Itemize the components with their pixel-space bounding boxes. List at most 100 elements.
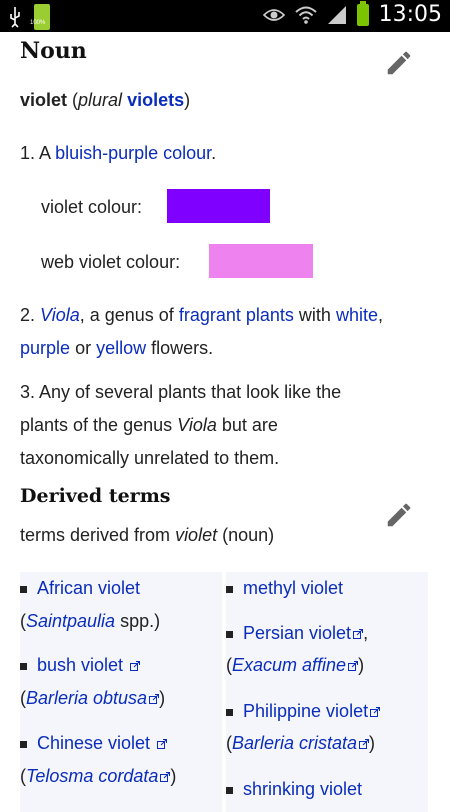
- web-violet-colour-label: web violet colour:: [41, 252, 181, 272]
- viola-link[interactable]: Viola: [40, 305, 80, 325]
- definition-3-line-1: 3. Any of several plants that look like …: [20, 382, 342, 402]
- exacum-affine-link[interactable]: Exacum affine: [232, 655, 346, 675]
- definition-2-line-1: 2. Viola, a genus of fragrant plants wit…: [20, 303, 383, 327]
- external-link-icon: [359, 739, 370, 750]
- bluish-purple-colour-link[interactable]: bluish-purple colour: [55, 143, 211, 163]
- violet-colour-swatch: [167, 189, 270, 223]
- derived-item-methyl-violet: methyl violet: [226, 576, 343, 600]
- external-link-icon: [157, 739, 168, 750]
- bullet: [226, 630, 233, 638]
- white-link[interactable]: white: [336, 305, 378, 325]
- derived-item-chinese-violet: Chinese violet: [20, 731, 168, 755]
- definition-2-line-2: purple or yellow flowers.: [20, 336, 213, 360]
- external-link-icon: [149, 694, 160, 705]
- eye-icon: [262, 8, 285, 21]
- persian-violet-link[interactable]: Persian violet: [243, 623, 351, 643]
- chinese-violet-link[interactable]: Chinese violet: [37, 733, 150, 753]
- purple-link[interactable]: purple: [20, 338, 70, 358]
- derived-item-persian-violet: Persian violet,: [226, 621, 368, 645]
- barleria-obtusa-link[interactable]: Barleria obtusa: [26, 688, 147, 708]
- signal-icon: [327, 5, 346, 24]
- intro-word: violet: [175, 525, 218, 545]
- battery-full-icon: 100%: [30, 4, 50, 30]
- pencil-icon: [387, 503, 411, 527]
- derived-item-bush-violet: bush violet: [20, 653, 141, 677]
- clock: 13:05: [378, 2, 442, 27]
- external-link-icon: [130, 661, 141, 672]
- comma: ,: [363, 623, 369, 643]
- edit-noun-button[interactable]: [384, 48, 414, 78]
- plural-close: ): [184, 90, 191, 110]
- status-bar: 100% 13:05: [0, 0, 450, 32]
- derived-terms-heading: Derived terms: [20, 485, 171, 507]
- note-rest: spp.): [115, 611, 161, 631]
- derived-right-column: methyl violet Persian violet, (Exacum af…: [226, 572, 428, 812]
- derived-note-chinese-violet: (Telosma cordata): [20, 764, 176, 788]
- battery-icon: [356, 0, 369, 26]
- external-link-icon: [370, 707, 381, 718]
- def2-text-4: flowers.: [151, 338, 214, 358]
- note-rest: ): [159, 688, 166, 708]
- plural-link[interactable]: violets: [127, 90, 184, 110]
- note-rest: ): [369, 733, 376, 753]
- note-rest: ): [358, 655, 365, 675]
- shrinking-violet-link[interactable]: shrinking violet: [243, 779, 362, 799]
- bullet: [20, 662, 27, 670]
- headword: violet: [20, 90, 68, 110]
- saintpaulia-link[interactable]: Saintpaulia: [26, 611, 115, 631]
- violet-colour-label: violet colour:: [41, 197, 143, 217]
- bullet: [20, 585, 27, 593]
- bush-violet-link[interactable]: bush violet: [37, 655, 123, 675]
- derived-note-african-violet: (Saintpaulia spp.): [20, 609, 160, 633]
- derived-item-african-violet: African violet: [20, 576, 140, 600]
- note-rest: ): [170, 766, 177, 786]
- derived-terms-table: African violet (Saintpaulia spp.) bush v…: [20, 572, 430, 812]
- derived-item-philippine-violet: Philippine violet: [226, 699, 381, 723]
- usb-icon: [10, 7, 20, 28]
- def3-text-a: plants of the genus: [20, 415, 173, 435]
- definition-3-line-2: plants of the genus Viola but are: [20, 413, 278, 437]
- def3-text-b: but are: [221, 415, 278, 435]
- external-link-icon: [160, 772, 171, 783]
- derived-note-philippine-violet: (Barleria cristata): [226, 731, 375, 755]
- def2-comma: ,: [377, 305, 383, 325]
- noun-heading: Noun: [20, 38, 87, 64]
- def2-number: 2.: [20, 305, 36, 325]
- fragrant-plants-link[interactable]: fragrant plants: [179, 305, 294, 325]
- bullet: [226, 585, 233, 593]
- def2-text-2: with: [298, 305, 331, 325]
- derived-item-shrinking-violet: shrinking violet: [226, 777, 362, 801]
- yellow-link[interactable]: yellow: [96, 338, 146, 358]
- def1-period: .: [211, 143, 217, 163]
- edit-derived-terms-button[interactable]: [384, 500, 414, 530]
- battery-small-label: 100%: [30, 20, 46, 26]
- def3-viola: Viola: [177, 415, 217, 435]
- def2-text-1: , a genus of: [79, 305, 174, 325]
- derived-left-column: African violet (Saintpaulia spp.) bush v…: [20, 572, 222, 812]
- definition-1: 1. A bluish-purple colour.: [20, 141, 216, 165]
- pencil-icon: [387, 51, 411, 75]
- derived-note-bush-violet: (Barleria obtusa): [20, 686, 165, 710]
- def2-text-3: or: [75, 338, 92, 358]
- external-link-icon: [353, 629, 364, 640]
- web-violet-colour-swatch: [209, 244, 313, 278]
- telosma-cordata-link[interactable]: Telosma cordata: [26, 766, 158, 786]
- bullet: [20, 740, 27, 748]
- barleria-cristata-link[interactable]: Barleria cristata: [232, 733, 357, 753]
- def1-number: 1. A: [20, 143, 51, 163]
- headword-line: violet (plural violets): [20, 88, 190, 112]
- bullet: [226, 786, 233, 794]
- bullet: [226, 708, 233, 716]
- definition-3-line-3: taxonomically unrelated to them.: [20, 448, 280, 468]
- external-link-icon: [348, 661, 359, 672]
- plural-label: plural: [78, 90, 123, 110]
- philippine-violet-link[interactable]: Philippine violet: [243, 701, 368, 721]
- derived-note-persian-violet: (Exacum affine): [226, 653, 364, 677]
- intro-text-a: terms derived from: [20, 525, 171, 545]
- african-violet-link[interactable]: African violet: [37, 578, 140, 598]
- derived-terms-intro: terms derived from violet (noun): [20, 523, 274, 547]
- article-content[interactable]: Noun violet (plural violets) 1. A bluish…: [0, 32, 450, 812]
- wifi-icon: [294, 6, 317, 24]
- methyl-violet-link[interactable]: methyl violet: [243, 578, 343, 598]
- intro-text-b: (noun): [222, 525, 275, 545]
